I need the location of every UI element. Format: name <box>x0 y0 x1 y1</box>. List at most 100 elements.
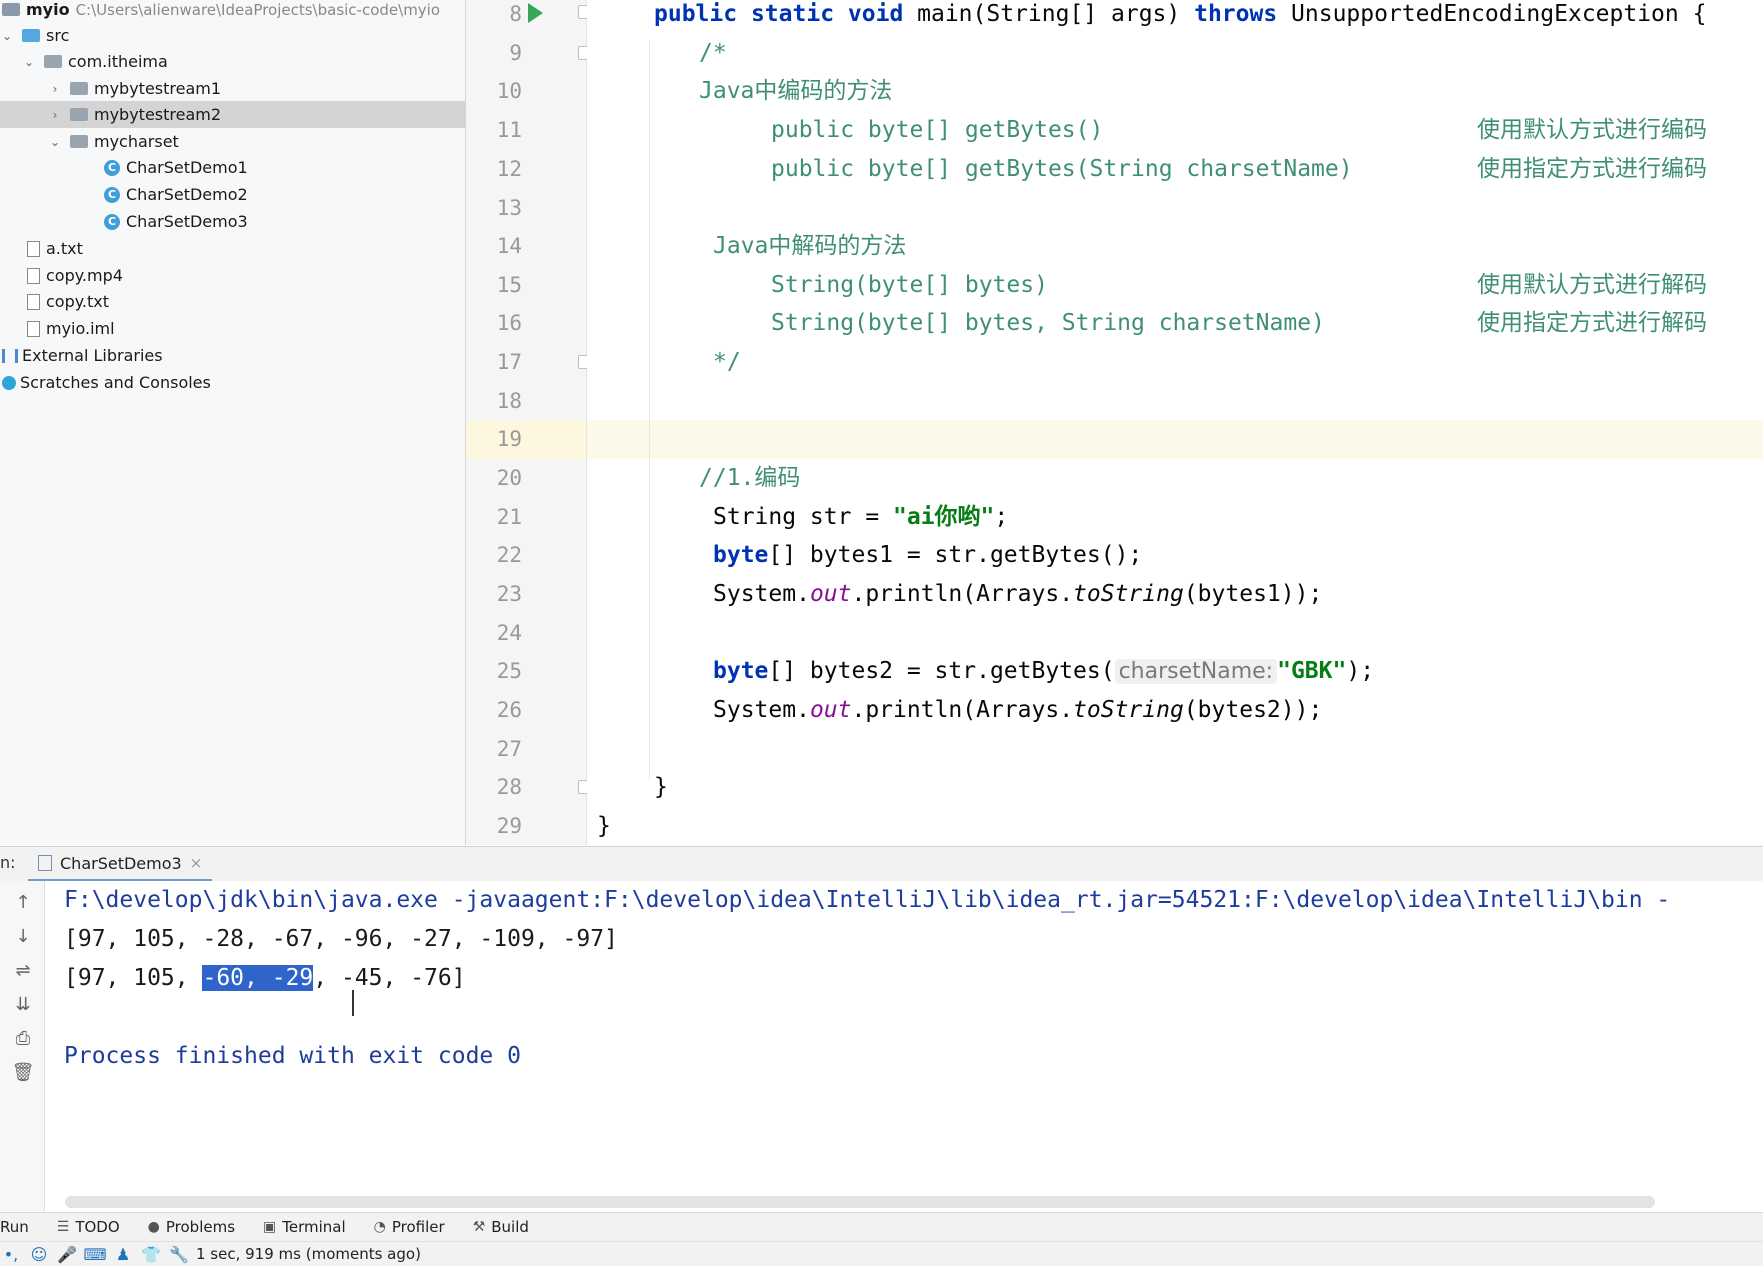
tree-label: mybytestream1 <box>94 79 222 98</box>
keyboard-icon[interactable]: ⌨ <box>83 1243 106 1265</box>
soft-wrap-icon[interactable]: ⇌ <box>10 957 36 983</box>
chevron-down-icon[interactable]: ⌄ <box>22 55 36 69</box>
tree-row-mybytestream2[interactable]: › mybytestream2 <box>0 101 465 128</box>
microphone-icon[interactable]: 🎤 <box>56 1243 78 1265</box>
tree-row-myio-iml[interactable]: myio.iml <box>0 315 465 342</box>
run-panel-label: n: <box>0 853 16 872</box>
tree-row-copy-mp4[interactable]: copy.mp4 <box>0 262 465 289</box>
tree-label: CharSetDemo2 <box>126 185 248 204</box>
tool-tab-run[interactable]: Run <box>0 1218 29 1236</box>
run-panel-header: n: CharSetDemo3 × <box>0 846 1763 882</box>
code-line-8: public static void main(String[] args) t… <box>654 1 1707 27</box>
close-icon[interactable]: × <box>190 854 203 872</box>
code-line-20: //1.编码 <box>699 465 801 491</box>
line-number: 11 <box>496 118 522 142</box>
status-message: 1 sec, 919 ms (moments ago) <box>196 1245 421 1263</box>
punctuation-icon[interactable]: •, <box>0 1243 22 1265</box>
source-folder-icon <box>22 29 40 42</box>
user-icon[interactable]: ♟ <box>112 1243 134 1265</box>
code-line-12-desc: 使用指定方式进行编码 <box>1477 156 1707 182</box>
tool-window-bar: Run ☰ TODO ● Problems ▣ Terminal ◔ Profi… <box>0 1212 1763 1241</box>
code-line-26: System.out.println(Arrays.toString(bytes… <box>713 697 1323 723</box>
chevron-down-icon[interactable]: ⌄ <box>0 29 14 43</box>
console-output-line: [97, 105, -28, -67, -96, -27, -109, -97] <box>64 926 618 952</box>
tool-tab-terminal[interactable]: ▣ Terminal <box>263 1218 346 1236</box>
code-line-15: String(byte[] bytes) <box>771 272 1048 298</box>
tree-label: mycharset <box>94 132 179 151</box>
tree-row-charsetdemo1[interactable]: C CharSetDemo1 <box>0 154 465 181</box>
line-number: 19 <box>496 427 522 451</box>
tab-label: CharSetDemo3 <box>60 853 182 873</box>
shirt-icon[interactable]: 👕 <box>140 1243 162 1265</box>
tree-row-a-txt[interactable]: a.txt <box>0 235 465 262</box>
trash-icon[interactable]: 🗑 <box>10 1059 36 1085</box>
line-number: 15 <box>496 273 522 297</box>
tree-row-src[interactable]: ⌄ src <box>0 22 465 49</box>
java-class-icon: C <box>104 186 120 203</box>
tool-tab-problems[interactable]: ● Problems <box>148 1218 235 1236</box>
parameter-hint: charsetName: <box>1114 659 1278 684</box>
root-name: myio <box>26 0 70 19</box>
tree-row-copy-txt[interactable]: copy.txt <box>0 288 465 315</box>
tree-label: Scratches and Consoles <box>20 373 211 392</box>
chevron-right-icon[interactable]: › <box>48 82 62 96</box>
tree-row-charsetdemo2[interactable]: C CharSetDemo2 <box>0 181 465 208</box>
code-line-14: Java中解码的方法 <box>713 233 907 259</box>
unknown-file-icon <box>27 267 40 284</box>
line-number: 12 <box>496 157 522 181</box>
code-line-28: } <box>654 774 668 800</box>
tree-label: copy.mp4 <box>46 266 123 285</box>
tree-row-root[interactable]: myio C:\Users\alienware\IdeaProjects\bas… <box>0 0 465 23</box>
code-line-10: Java中编码的方法 <box>699 78 893 104</box>
horizontal-scrollbar[interactable] <box>65 1196 1655 1208</box>
console-exit-line: Process finished with exit code 0 <box>64 1043 521 1069</box>
line-number: 14 <box>496 234 522 258</box>
tree-row-scratches[interactable]: Scratches and Consoles <box>0 369 465 396</box>
console-output[interactable]: F:\develop\jdk\bin\java.exe -javaagent:F… <box>45 881 1763 1211</box>
arrow-down-icon[interactable]: ↓ <box>10 923 36 949</box>
tab-charsetdemo3[interactable]: CharSetDemo3 × <box>28 847 213 881</box>
code-line-25: byte[] bytes2 = str.getBytes(charsetName… <box>713 658 1375 684</box>
text-selection: -60, -29 <box>202 965 314 991</box>
chevron-right-icon[interactable]: › <box>48 108 62 122</box>
text-file-icon <box>27 293 40 310</box>
scroll-to-end-icon[interactable]: ⇊ <box>10 991 36 1017</box>
emoji-icon[interactable]: ☺ <box>28 1243 50 1265</box>
java-class-icon: C <box>104 213 120 230</box>
run-toolbar: ↑ ↓ ⇌ ⇊ ⎙ 🗑 <box>0 881 45 1211</box>
tree-label: com.itheima <box>68 52 168 71</box>
library-icon <box>2 348 18 363</box>
tree-row-charsetdemo3[interactable]: C CharSetDemo3 <box>0 208 465 235</box>
line-number: 9 <box>509 41 522 65</box>
code-line-21: String str = "ai你哟"; <box>713 504 1009 530</box>
status-bar: •, ☺ 🎤 ⌨ ♟ 👕 🔧 1 sec, 919 ms (moments ag… <box>0 1241 1763 1266</box>
run-gutter-icon[interactable] <box>528 3 543 23</box>
tool-tab-build[interactable]: ⚒ Build <box>473 1218 529 1236</box>
tree-row-mybytestream1[interactable]: › mybytestream1 <box>0 75 465 102</box>
indent-guide <box>649 40 650 780</box>
module-file-icon <box>27 320 40 337</box>
tool-tab-todo[interactable]: ☰ TODO <box>57 1218 120 1236</box>
line-number: 21 <box>496 505 522 529</box>
tree-row-mycharset[interactable]: ⌄ mycharset <box>0 128 465 155</box>
tree-label: src <box>46 26 70 45</box>
tree-label: CharSetDemo1 <box>126 158 248 177</box>
line-number: 23 <box>496 582 522 606</box>
code-editor[interactable]: public static void main(String[] args) t… <box>587 0 1763 845</box>
root-path: C:\Users\alienware\IdeaProjects\basic-co… <box>75 0 441 19</box>
arrow-up-icon[interactable]: ↑ <box>10 889 36 915</box>
line-number: 20 <box>496 466 522 490</box>
line-number: 24 <box>496 621 522 645</box>
wrench-icon[interactable]: 🔧 <box>168 1243 190 1265</box>
print-icon[interactable]: ⎙ <box>10 1025 36 1051</box>
tree-row-com-itheima[interactable]: ⌄ com.itheima <box>0 48 465 75</box>
line-number: 28 <box>496 775 522 799</box>
tool-tab-profiler[interactable]: ◔ Profiler <box>374 1218 445 1236</box>
line-number: 18 <box>496 389 522 413</box>
code-line-11-desc: 使用默认方式进行编码 <box>1477 117 1707 143</box>
tree-row-external-libraries[interactable]: External Libraries <box>0 342 465 369</box>
project-tree: myio C:\Users\alienware\IdeaProjects\bas… <box>0 0 466 845</box>
chevron-down-icon[interactable]: ⌄ <box>48 135 62 149</box>
code-line-11: public byte[] getBytes() <box>771 117 1104 143</box>
text-file-icon <box>27 240 40 257</box>
